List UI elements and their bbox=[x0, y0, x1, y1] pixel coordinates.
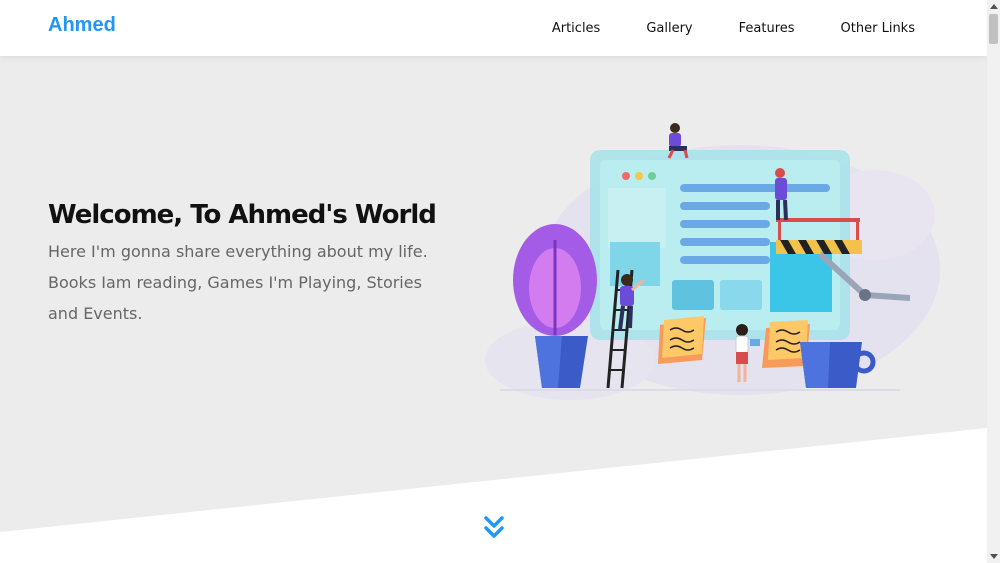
hero-title: Welcome, To Ahmed's World bbox=[48, 200, 437, 230]
double-chevron-down-icon[interactable] bbox=[481, 515, 507, 541]
vertical-scrollbar[interactable] bbox=[987, 0, 1000, 563]
nav-link-gallery[interactable]: Gallery bbox=[646, 21, 692, 36]
web-design-team-illustration bbox=[485, 123, 940, 400]
scrollbar-thumb[interactable] bbox=[989, 14, 998, 44]
hero-description: Here I'm gonna share everything about my… bbox=[48, 242, 428, 323]
nav-link-features[interactable]: Features bbox=[739, 21, 795, 36]
nav-link-articles[interactable]: Articles bbox=[552, 21, 600, 36]
scroll-down-arrow-icon[interactable] bbox=[990, 554, 998, 559]
main-nav: Articles Gallery Features Other Links bbox=[506, 0, 915, 56]
page: Ahmed Articles Gallery Features Other Li… bbox=[0, 0, 987, 563]
scroll-up-arrow-icon[interactable] bbox=[990, 4, 998, 9]
nav-link-other-links[interactable]: Other Links bbox=[841, 21, 915, 36]
site-header: Ahmed Articles Gallery Features Other Li… bbox=[0, 0, 987, 56]
hero-section: Welcome, To Ahmed's World Here I'm gonna… bbox=[0, 56, 987, 563]
logo[interactable]: Ahmed bbox=[48, 14, 116, 37]
